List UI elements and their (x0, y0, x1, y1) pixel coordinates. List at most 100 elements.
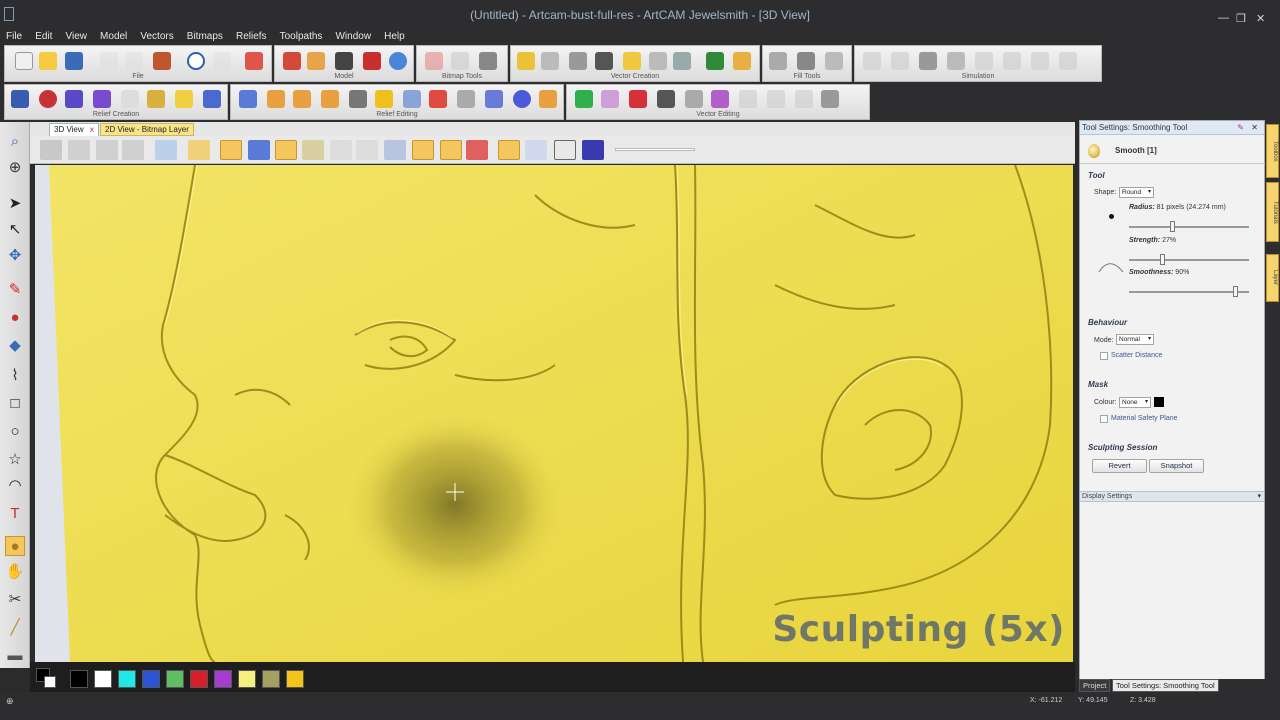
bitmap-edit-icon[interactable] (479, 52, 497, 70)
node-icon[interactable] (569, 52, 587, 70)
relief-scale-icon[interactable] (239, 90, 257, 108)
settings-gear-icon[interactable] (554, 140, 576, 160)
menu-vectors[interactable]: Vectors (140, 30, 173, 44)
eraser-icon[interactable]: ▬ (5, 646, 25, 666)
menu-window[interactable]: Window (335, 30, 371, 44)
smooth-tool-icon[interactable]: ● (5, 536, 25, 556)
simulation-icon[interactable] (863, 52, 881, 70)
model-icon[interactable] (307, 52, 325, 70)
globe-icon[interactable] (389, 52, 407, 70)
scatter-distance-checkbox[interactable] (1100, 352, 1108, 360)
polyline-icon[interactable] (595, 52, 613, 70)
relief-texture-icon[interactable] (403, 90, 421, 108)
simulation-reset-icon[interactable] (1059, 52, 1077, 70)
zoom-view-icon[interactable] (155, 140, 177, 160)
relief-fade-icon[interactable] (293, 90, 311, 108)
pen-view-icon[interactable] (525, 140, 547, 160)
tab-2d-view[interactable]: 2D View - Bitmap Layer (100, 123, 194, 136)
relief-reset-icon[interactable] (375, 90, 393, 108)
relief-project-icon[interactable] (485, 90, 503, 108)
plane-icon[interactable] (384, 140, 406, 160)
simulation-stock-icon[interactable] (947, 52, 965, 70)
minimize-button[interactable]: — (1218, 12, 1229, 24)
relief-offset-icon[interactable] (349, 90, 367, 108)
layer-icon[interactable] (733, 52, 751, 70)
paint-icon[interactable]: ● (5, 308, 25, 328)
swatch-purple[interactable] (214, 670, 232, 688)
menu-bitmaps[interactable]: Bitmaps (187, 30, 223, 44)
menu-view[interactable]: View (65, 30, 87, 44)
color-shade-icon[interactable] (466, 140, 488, 160)
grid-toggle-icon[interactable] (330, 140, 352, 160)
vector-join-icon[interactable] (685, 90, 703, 108)
tab-project[interactable]: Project (1079, 679, 1111, 692)
relief-erase-icon[interactable] (429, 90, 447, 108)
menu-file[interactable]: File (6, 30, 22, 44)
transform-icon[interactable]: ✥ (5, 246, 25, 266)
radius-slider[interactable] (1129, 221, 1249, 232)
edit-icon[interactable] (245, 52, 263, 70)
relief-cut-icon[interactable] (457, 90, 475, 108)
bitmap-tool-icon[interactable] (425, 52, 443, 70)
simulation-path-icon[interactable] (891, 52, 909, 70)
vector-mirror-icon[interactable] (795, 90, 813, 108)
star-relief-icon[interactable] (65, 90, 83, 108)
view-iso-icon[interactable] (40, 140, 62, 160)
redo-icon[interactable] (213, 52, 231, 70)
view-top-icon[interactable] (68, 140, 90, 160)
fill-pattern-icon[interactable] (797, 52, 815, 70)
shape-dropdown[interactable]: Round ▾ (1119, 187, 1154, 198)
sculpt-tool-icon[interactable]: ✋ (5, 562, 25, 582)
star-icon[interactable]: ☆ (5, 450, 25, 470)
menu-help[interactable]: Help (384, 30, 405, 44)
globe-view-icon[interactable]: ⊕ (5, 158, 25, 178)
tab-3d-view[interactable]: 3D View x (49, 123, 99, 136)
shape-icon[interactable] (623, 52, 641, 70)
face-icon[interactable] (175, 90, 193, 108)
open-folder-icon[interactable] (39, 52, 57, 70)
carve-tool-icon[interactable]: ✂ (5, 590, 25, 610)
material-safety-plane-checkbox[interactable] (1100, 415, 1108, 423)
arc-icon[interactable] (541, 52, 559, 70)
save-icon[interactable] (65, 52, 83, 70)
fill-bucket-icon[interactable]: ◆ (5, 336, 25, 356)
paste-icon[interactable] (153, 52, 171, 70)
smoothness-slider-thumb[interactable] (1232, 286, 1238, 297)
colour-dropdown[interactable]: None ▾ (1119, 397, 1151, 408)
spin-icon[interactable] (121, 90, 139, 108)
swatch-olive[interactable] (262, 670, 280, 688)
tab-layer[interactable]: Layer (1266, 254, 1279, 302)
relief-smooth-icon[interactable] (321, 90, 339, 108)
simulation-block-icon[interactable] (919, 52, 937, 70)
two-rail-icon[interactable] (93, 90, 111, 108)
sculpt-mode-icon[interactable] (498, 140, 520, 160)
units-icon[interactable] (363, 52, 381, 70)
simulation-run-icon[interactable] (975, 52, 993, 70)
vector-rotate-icon[interactable] (767, 90, 785, 108)
vector-weld-icon[interactable] (629, 90, 647, 108)
close-tab-icon[interactable]: x (90, 125, 94, 134)
swatch-blue[interactable] (142, 670, 160, 688)
spark-icon[interactable] (412, 140, 434, 160)
menu-model[interactable]: Model (100, 30, 127, 44)
swatch-gold[interactable] (286, 670, 304, 688)
ruler-icon[interactable] (356, 140, 378, 160)
bitmap-fill-icon[interactable] (451, 52, 469, 70)
tab-tutorials[interactable]: Tutorials (1266, 182, 1279, 242)
menu-reliefs[interactable]: Reliefs (236, 30, 267, 44)
grid-icon[interactable] (706, 52, 724, 70)
vector-merge-icon[interactable] (601, 90, 619, 108)
revert-button[interactable]: Revert (1092, 459, 1147, 473)
swatch-cyan[interactable] (118, 670, 136, 688)
fill-tool-icon[interactable] (769, 52, 787, 70)
display-settings-header[interactable]: Display Settings ▾ (1080, 491, 1264, 502)
circle-icon[interactable]: ○ (5, 422, 25, 442)
extrude-icon[interactable] (39, 90, 57, 108)
vector-group-icon[interactable] (711, 90, 729, 108)
undo-icon[interactable] (187, 52, 205, 70)
offset-icon[interactable] (649, 52, 667, 70)
pin-icon[interactable]: ✎ (1237, 121, 1244, 135)
swatch-light-yellow[interactable] (238, 670, 256, 688)
tab-tool-settings[interactable]: Tool Settings: Smoothing Tool (1112, 679, 1219, 692)
relief-display-icon[interactable] (220, 140, 242, 160)
